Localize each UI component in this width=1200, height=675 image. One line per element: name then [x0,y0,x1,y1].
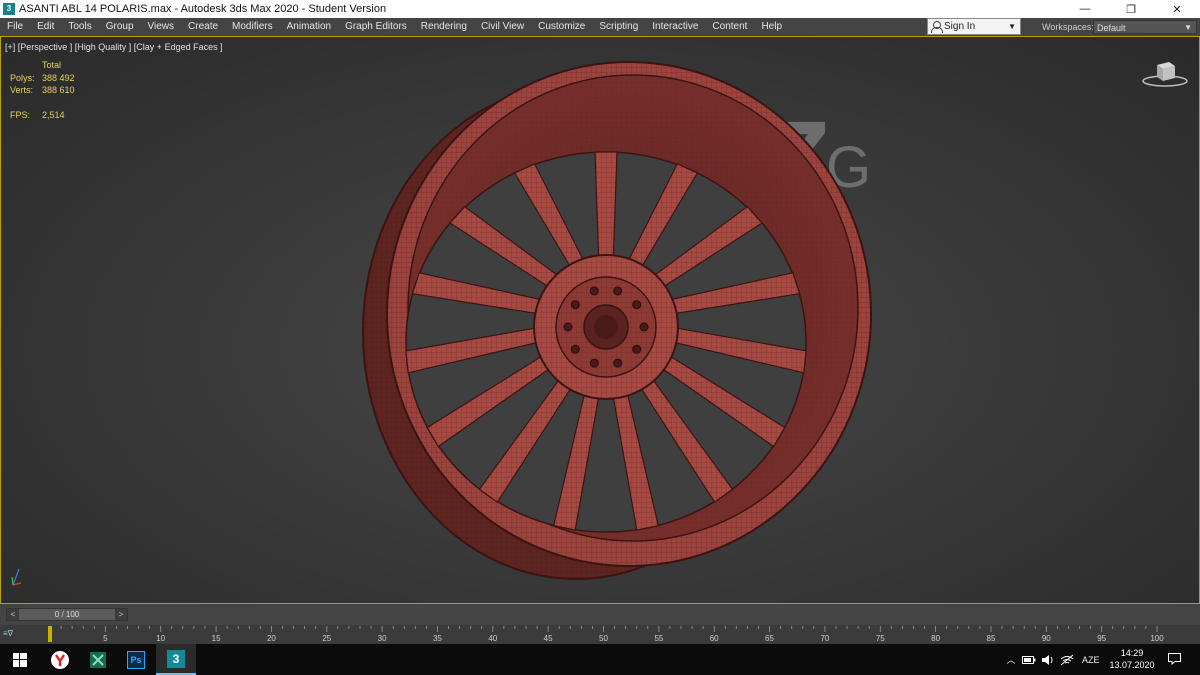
sign-in-label: Sign In [944,21,976,32]
ruler-tick-label: 90 [1042,634,1051,643]
fps-value: 2,514 [42,109,65,120]
workspaces-label: Workspaces: [1042,22,1094,32]
menu-customize[interactable]: Customize [531,18,592,36]
menu-edit[interactable]: Edit [30,18,61,36]
verts-label: Verts: [10,85,34,95]
ruler-tick-label: 65 [765,634,774,643]
ruler-tick-label: 45 [544,634,553,643]
maximize-button[interactable]: ❐ [1108,0,1154,18]
menu-content[interactable]: Content [705,18,754,36]
ruler-tick-label: 40 [488,634,497,643]
menu-bar: File Edit Tools Group Views Create Modif… [0,18,1200,36]
menu-animation[interactable]: Animation [280,18,338,36]
menu-help[interactable]: Help [754,18,789,36]
chevron-down-icon: ▼ [1008,22,1016,31]
ruler-tick-label: 85 [987,634,996,643]
windows-taskbar: Ps 3 ︿ AZE 14:29 13.07.2020 [0,644,1200,675]
time-slider-prev-button[interactable]: < [7,609,19,620]
ruler-tick-label: 35 [433,634,442,643]
ruler-tick-label: 5 [103,634,108,643]
lug-nut [613,286,623,296]
menu-group[interactable]: Group [99,18,141,36]
ruler-tick-label: 30 [378,634,387,643]
verts-value: 388 610 [42,85,75,95]
sign-in-dropdown[interactable]: Sign In ▼ [927,18,1021,35]
lug-nut [632,344,642,354]
workspace-value: Default [1097,23,1126,33]
user-icon [931,21,943,33]
notifications-icon[interactable] [1168,653,1181,665]
ruler-tick-label: 20 [267,634,276,643]
menu-tools[interactable]: Tools [61,18,98,36]
menu-graph-editors[interactable]: Graph Editors [338,18,414,36]
wheel-model[interactable]: Z G [1,37,1199,603]
viewcube-icon[interactable] [1141,59,1189,89]
lug-nut [589,286,599,296]
time-slider-value: 0 / 100 [54,610,80,619]
network-icon[interactable] [1060,654,1074,666]
polys-label: Polys: [10,72,35,83]
close-button[interactable]: ✕ [1154,0,1200,18]
ruler-tick-label: 100 [1150,634,1164,643]
viewport-statistics: Total Polys: 388 492 Verts: 388 610 FPS: 2,… [10,59,75,121]
ruler-tick-label: 60 [710,634,719,643]
menu-civil-view[interactable]: Civil View [474,18,531,36]
lug-nut [639,322,649,332]
perspective-viewport[interactable]: Z G [+] [Perspective ] [High Quality ] [… [0,36,1200,604]
timeline-panel: < 0 / 100 > ≡∇ 5 10 15 20 25 30 35 40 45 50 55 60 65… [0,604,1200,644]
ruler-tick-label: 55 [654,634,663,643]
ruler-tick-label: 80 [931,634,940,643]
battery-icon[interactable] [1022,655,1036,665]
menu-file[interactable]: File [0,18,30,36]
polys-value: 388 492 [42,72,75,83]
minimize-button[interactable]: — [1062,0,1108,18]
menu-create[interactable]: Create [181,18,225,36]
lug-nut [570,344,580,354]
workspaces-select[interactable]: Default ▼ [1093,20,1197,34]
frame-ruler: 5 10 15 20 25 30 35 40 45 50 55 60 65 70 75 80 85 90 95 100 [49,626,1164,643]
system-clock[interactable]: 14:29 13.07.2020 [1104,647,1160,671]
window-title: ASANTI ABL 14 POLARIS.max - Autodesk 3ds… [19,3,387,15]
ruler-tick-label: 70 [820,634,829,643]
ruler-tick-label: 50 [599,634,608,643]
title-bar: 3 ASANTI ABL 14 POLARIS.max - Autodesk 3… [0,0,1200,18]
speaker-icon[interactable] [1041,654,1055,666]
menu-scripting[interactable]: Scripting [592,18,645,36]
system-tray: ︿ AZE [1004,644,1100,675]
lug-nut [589,358,599,368]
menu-modifiers[interactable]: Modifiers [225,18,280,36]
fps-label: FPS: [10,109,31,120]
windows-start-icon[interactable] [0,644,40,675]
ruler-tick-label: 25 [322,634,331,643]
viewport-label[interactable]: [+] [Perspective ] [High Quality ] [Clay… [5,42,223,52]
menu-rendering[interactable]: Rendering [414,18,474,36]
lug-nut [570,300,580,310]
chevron-up-icon[interactable]: ︿ [1004,653,1018,666]
yandex-browser-icon[interactable] [40,644,80,675]
photoshop-icon[interactable]: Ps [116,644,156,675]
ruler-tick-label: 95 [1097,634,1106,643]
lug-nut [563,322,573,332]
menu-interactive[interactable]: Interactive [645,18,705,36]
lug-nut [613,358,623,368]
ruler-tick-label: 15 [212,634,221,643]
track-bar[interactable]: ≡∇ 5 10 15 20 25 30 35 40 45 50 55 60 65 70 75 80 85 90 95… [0,625,1200,644]
time-slider[interactable]: < 0 / 100 > [6,608,128,621]
language-indicator[interactable]: AZE [1082,655,1100,665]
lug-nut [632,300,642,310]
app-green-icon[interactable] [78,644,118,675]
axis-tripod-icon [11,568,22,586]
menu-views[interactable]: Views [141,18,182,36]
time-cursor[interactable] [48,626,52,642]
3dsmax-taskbar-icon[interactable]: 3 [156,644,196,675]
clock-date: 13.07.2020 [1109,660,1155,670]
ruler-tick-label: 10 [156,634,165,643]
chevron-down-icon: ▼ [1184,23,1192,32]
ruler-tick-label: 75 [876,634,885,643]
3dsmax-app-icon[interactable]: 3 [3,3,15,15]
stats-total-label: Total [42,60,62,70]
clock-time: 14:29 [1120,648,1144,658]
time-slider-next-button[interactable]: > [115,609,127,620]
